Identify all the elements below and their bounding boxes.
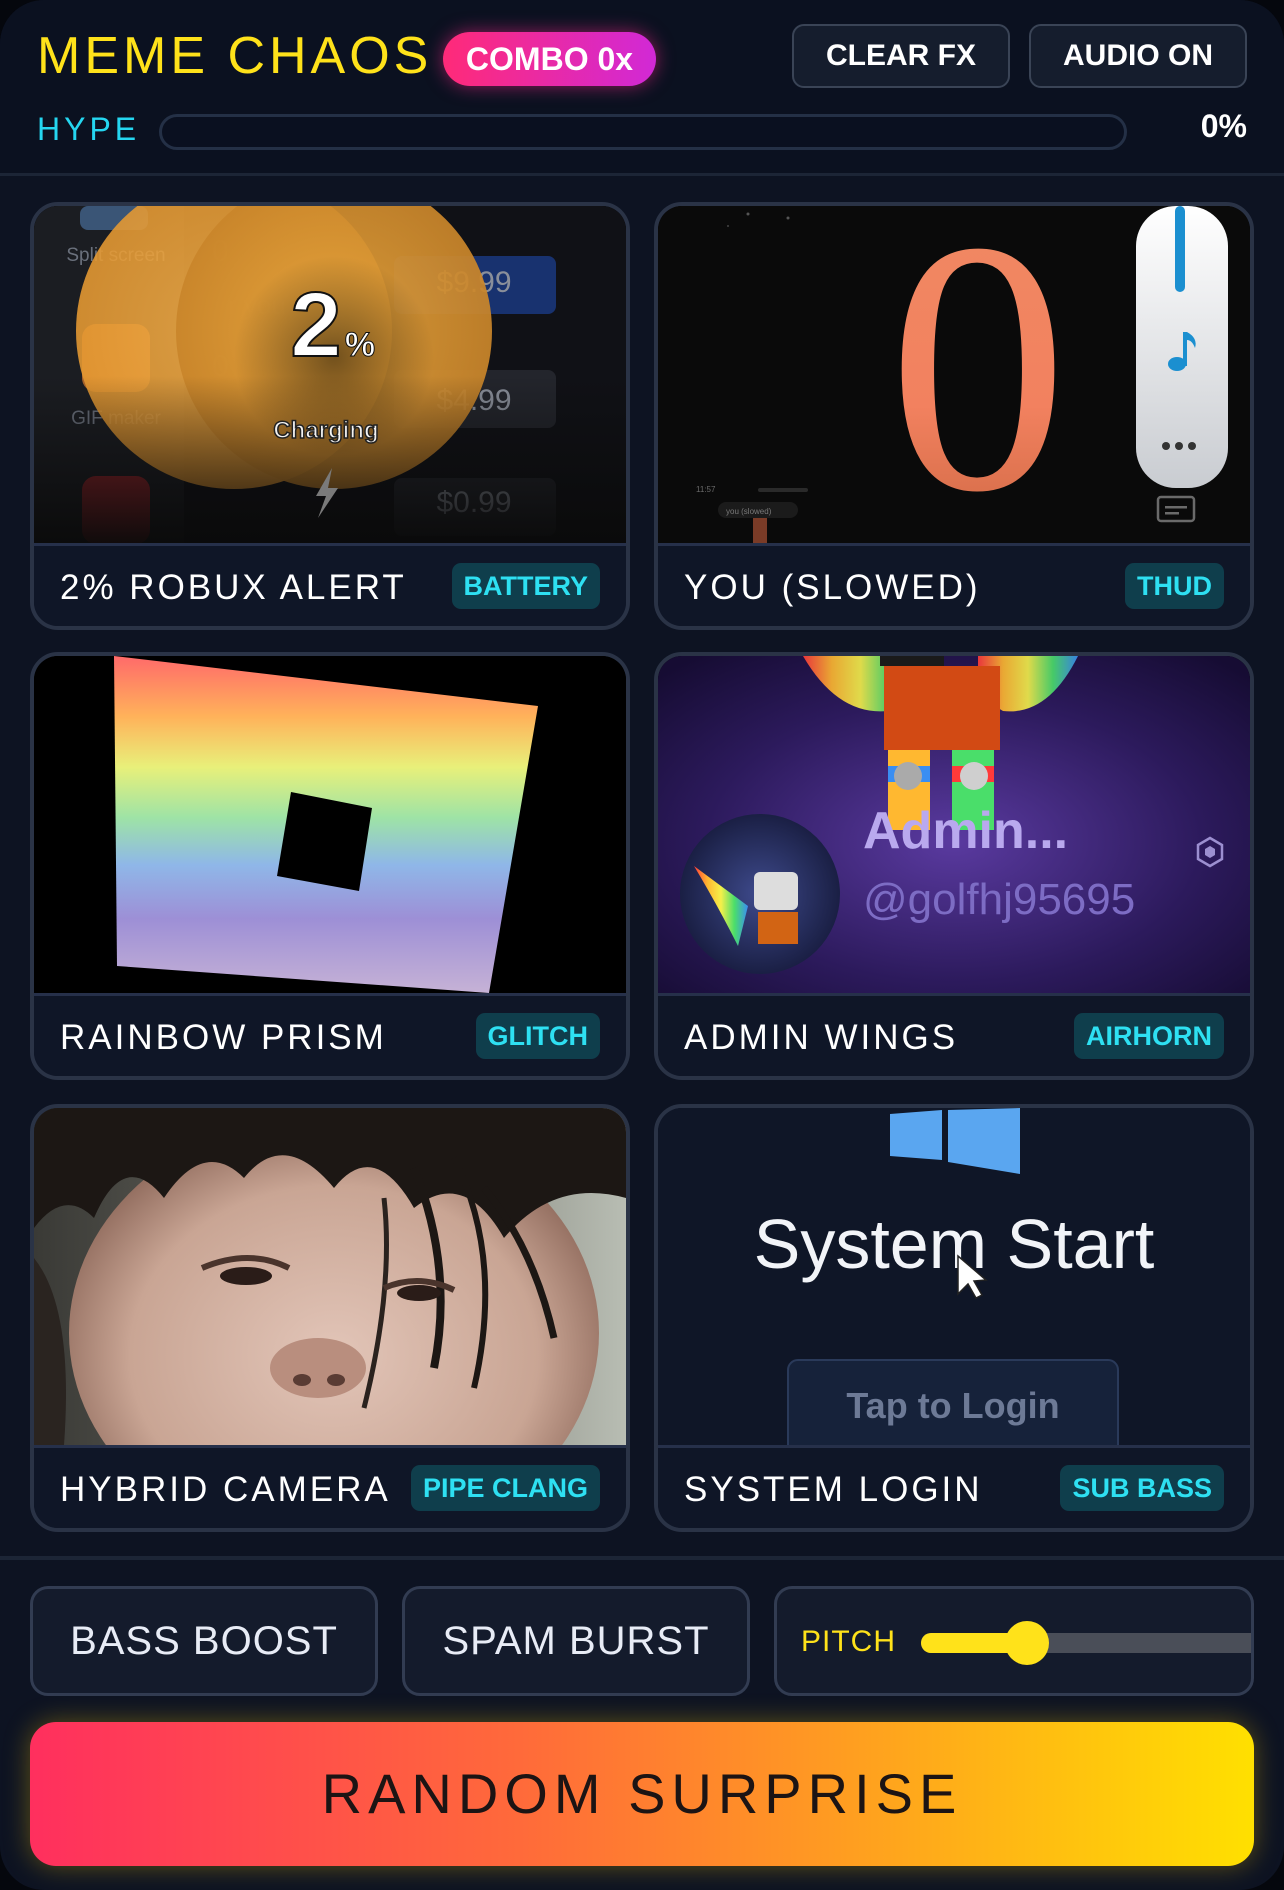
bass-boost-label: BASS BOOST (70, 1619, 338, 1663)
admin-scene: Admin... @golfhj95695 (658, 656, 1250, 993)
card-media-prism (34, 656, 626, 993)
card-sound-tag: PIPE CLANG (410, 1465, 600, 1511)
music-level (1175, 206, 1185, 292)
tap-to-login-label: Tap to Login (846, 1385, 1059, 1426)
card-title: HYBRID CAMERA (60, 1470, 391, 1509)
card-you-slowed[interactable]: 0 11:57 you (slowed) YOU (SLOWED) THUD (654, 202, 1254, 630)
avatar-mini-head (754, 872, 798, 910)
card-sound-tag: GLITCH (475, 1013, 600, 1059)
card-title: YOU (SLOWED) (684, 568, 981, 607)
login-scene: System Start Tap to Login (658, 1108, 1250, 1445)
header: MEME CHAOS COMBO 0x CLEAR FX AUDIO ON HY… (0, 0, 1284, 176)
card-robux-alert[interactable]: Split screen GIF maker 0 0 r you $9.99 $… (30, 202, 630, 630)
app-title: MEME CHAOS (37, 27, 433, 85)
system-start-heading: System Start (754, 1205, 1155, 1283)
card-footer: RAINBOW PRISM GLITCH (34, 993, 626, 1076)
pitch-control: PITCH (774, 1586, 1254, 1696)
random-surprise-label: RANDOM SURPRISE (321, 1762, 963, 1825)
card-title: ADMIN WINGS (684, 1018, 959, 1057)
bass-boost-button[interactable]: BASS BOOST (30, 1586, 378, 1696)
combo-badge: COMBO 0x (443, 32, 656, 86)
card-footer: SYSTEM LOGIN SUB BASS (658, 1445, 1250, 1528)
card-footer: ADMIN WINGS AIRHORN (658, 993, 1250, 1076)
card-sound-tag: AIRHORN (1074, 1013, 1224, 1059)
avatar-head (880, 656, 944, 666)
camera-scene (34, 1108, 626, 1445)
card-media-camera (34, 1108, 626, 1445)
card-footer: HYBRID CAMERA PIPE CLANG (34, 1445, 626, 1528)
card-admin-wings[interactable]: Admin... @golfhj95695 ADMIN WINGS AIRHOR… (654, 652, 1254, 1080)
audio-toggle-button[interactable]: AUDIO ON (1029, 24, 1247, 88)
right-eye (397, 1285, 441, 1301)
small-video-label: you (slowed) (726, 507, 772, 516)
card-sound-tag: SUB BASS (1060, 1465, 1224, 1511)
left-eye (220, 1267, 272, 1285)
section-divider (0, 1556, 1284, 1560)
app-window: MEME CHAOS COMBO 0x CLEAR FX AUDIO ON HY… (0, 0, 1284, 1890)
hype-meter (159, 114, 1127, 150)
spam-burst-label: SPAM BURST (442, 1619, 710, 1663)
battery-scene: Split screen GIF maker 0 0 r you $9.99 $… (34, 206, 626, 543)
spam-burst-button[interactable]: SPAM BURST (402, 1586, 750, 1696)
card-system-login[interactable]: System Start Tap to Login SYSTEM LOGIN S… (654, 1104, 1254, 1532)
card-media-login: System Start Tap to Login (658, 1108, 1250, 1445)
slowed-scene: 0 11:57 you (slowed) (658, 206, 1250, 543)
card-title: RAINBOW PRISM (60, 1018, 387, 1057)
more-dots-icon (1162, 442, 1196, 450)
charging-label: Charging (273, 417, 378, 444)
roblox-logo-hole (277, 792, 372, 891)
card-media-battery: Split screen GIF maker 0 0 r you $9.99 $… (34, 206, 626, 543)
battery-percent-value: 2 (290, 274, 341, 376)
card-footer: YOU (SLOWED) THUD (658, 543, 1250, 626)
prism-scene (34, 656, 626, 993)
hype-label: HYPE (37, 111, 141, 147)
pitch-slider-handle[interactable] (1005, 1621, 1050, 1665)
status-time: 11:57 (696, 485, 716, 494)
profile-handle: @golfhj95695 (863, 875, 1135, 924)
card-rainbow-prism[interactable]: RAINBOW PRISM GLITCH (30, 652, 630, 1080)
card-sound-tag: THUD (1125, 563, 1224, 609)
pitch-label: PITCH (801, 1625, 896, 1658)
random-surprise-button[interactable]: RANDOM SURPRISE (30, 1722, 1254, 1866)
hype-percent: 0% (1200, 108, 1247, 144)
card-title: SYSTEM LOGIN (684, 1470, 983, 1509)
card-media-admin: Admin... @golfhj95695 (658, 656, 1250, 993)
card-sound-tag: BATTERY (451, 563, 600, 609)
card-hybrid-camera[interactable]: HYBRID CAMERA PIPE CLANG (30, 1104, 630, 1532)
profile-name: Admin... (863, 802, 1068, 860)
big-zero-letter: 0 (888, 206, 1068, 543)
clear-fx-button[interactable]: CLEAR FX (792, 24, 1010, 88)
card-title: 2% ROBUX ALERT (60, 568, 407, 607)
card-media-slowed: 0 11:57 you (slowed) (658, 206, 1250, 543)
pitch-slider[interactable] (921, 1621, 1251, 1665)
nose (270, 1338, 366, 1398)
battery-percent-unit: % (345, 326, 375, 364)
card-footer: 2% ROBUX ALERT BATTERY (34, 543, 626, 626)
